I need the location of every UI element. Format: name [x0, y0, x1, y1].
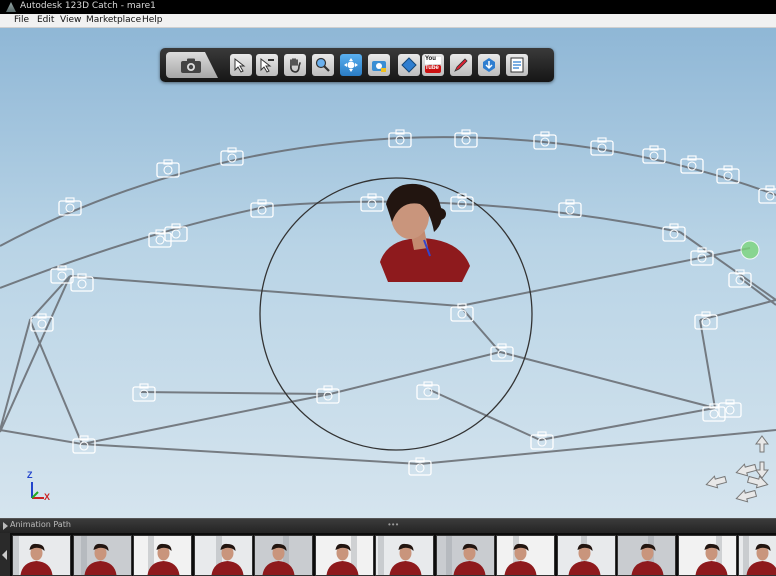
photo-thumbnail[interactable]: [617, 535, 676, 576]
photo-thumbnail-image: [557, 536, 615, 575]
photo-thumbnail-image: [436, 536, 494, 575]
notes-tool-button[interactable]: [506, 54, 528, 76]
app-logo-icon: [6, 2, 16, 12]
photo-thumbnail-image: [376, 536, 433, 575]
camera-icon: [181, 58, 201, 73]
chevron-left-icon: [2, 550, 7, 560]
axis-z-label: Z: [27, 470, 33, 480]
navigation-gizmo[interactable]: [702, 434, 772, 504]
expand-triangle-icon[interactable]: [3, 522, 8, 530]
camera-marker-icon[interactable]: [702, 403, 726, 422]
title-bar: Autodesk 123D Catch - mare1: [0, 0, 776, 14]
camera-marker-icon[interactable]: [758, 185, 776, 204]
axis-x-label: X: [44, 492, 51, 502]
menu-file[interactable]: File: [14, 15, 29, 25]
photo-thumbnail-image: [678, 536, 736, 575]
camera-marker-icon[interactable]: [416, 381, 440, 400]
photo-thumbnail[interactable]: [254, 535, 313, 576]
photo-thumbnail[interactable]: [677, 535, 737, 576]
cursor-icon: [234, 57, 246, 73]
pan-arrows-icon: [705, 435, 769, 503]
select-tool-button[interactable]: [230, 54, 252, 76]
photo-thumbnail-image: [315, 536, 373, 575]
diamond-icon: [401, 57, 417, 73]
3d-viewport[interactable]: [0, 28, 776, 518]
photo-thumbnail[interactable]: [375, 535, 434, 576]
youtube-label-top: You: [425, 56, 436, 62]
photo-thumbnail-image: [497, 536, 554, 575]
stitch-tool-button[interactable]: [450, 54, 472, 76]
pan-tool-button[interactable]: [284, 54, 306, 76]
photo-thumbnail-image: [739, 536, 776, 575]
menu-bar: File Edit View Marketplace Help: [0, 14, 776, 28]
pencil-icon: [454, 58, 468, 72]
hand-icon: [290, 58, 301, 73]
notes-icon: [510, 57, 524, 73]
orbit-tool-button[interactable]: [340, 54, 362, 76]
youtube-label-bottom: Tube: [425, 65, 439, 71]
camera-path-middle: [0, 200, 681, 289]
photo-thumbnail-image: [73, 536, 131, 575]
panel-grip[interactable]: •••: [388, 520, 399, 529]
camera-marker-icon[interactable]: [408, 457, 432, 476]
photo-thumbnail-image: [13, 536, 70, 575]
photo-thumbnail[interactable]: [12, 535, 71, 576]
photo-thumbnail-image: [194, 536, 252, 575]
camera-view-icon: [372, 61, 386, 72]
photo-thumbnail[interactable]: [496, 535, 555, 576]
camera-marker-icon[interactable]: [694, 311, 718, 330]
filmstrip-scroll-left[interactable]: [0, 533, 10, 576]
camera-path-outer: [0, 136, 776, 247]
axis-triad: Z X: [24, 470, 54, 506]
orbit-icon: [344, 58, 358, 72]
camera-marker-icon[interactable]: [590, 137, 614, 156]
photo-thumbnail[interactable]: [738, 535, 776, 576]
camera-path-scene[interactable]: [0, 28, 776, 518]
photo-filmstrip: [0, 533, 776, 576]
menu-view[interactable]: View: [60, 15, 81, 25]
menu-marketplace[interactable]: Marketplace: [86, 15, 141, 25]
animation-path-bar[interactable]: Animation Path •••: [0, 518, 776, 533]
animation-path-label: Animation Path: [10, 520, 71, 529]
youtube-tool-button[interactable]: You Tube: [422, 54, 444, 76]
camera-marker-icon[interactable]: [50, 265, 74, 284]
menu-help[interactable]: Help: [142, 15, 163, 25]
main-toolbar: You Tube: [160, 48, 554, 82]
export-tool-button[interactable]: [478, 54, 500, 76]
camera-marker-icon[interactable]: [718, 399, 742, 418]
photo-thumbnail-image: [134, 536, 191, 575]
menu-edit[interactable]: Edit: [37, 15, 54, 25]
photo-thumbnail-image: [618, 536, 675, 575]
camera-marker-icon[interactable]: [58, 197, 82, 216]
photo-thumbnail[interactable]: [193, 535, 253, 576]
photo-thumbnail[interactable]: [435, 535, 495, 576]
window-title: Autodesk 123D Catch - mare1: [20, 1, 156, 11]
zoom-icon: [315, 57, 330, 72]
export-icon: [483, 58, 495, 72]
photo-thumbnail[interactable]: [72, 535, 132, 576]
capture-tab[interactable]: [166, 52, 218, 78]
reconstructed-model[interactable]: [380, 183, 470, 282]
photo-thumbnail[interactable]: [314, 535, 374, 576]
zoom-tool-button[interactable]: [312, 54, 334, 76]
photo-thumbnail[interactable]: [556, 535, 616, 576]
material-tool-button[interactable]: [398, 54, 420, 76]
camera-marker-icon[interactable]: [70, 273, 94, 292]
photo-thumbnail[interactable]: [133, 535, 192, 576]
deselect-tool-button[interactable]: [256, 54, 278, 76]
selected-camera-marker[interactable]: [740, 240, 760, 260]
camera-marker-icon[interactable]: [148, 229, 172, 248]
camera-view-tool-button[interactable]: [368, 54, 390, 76]
cursor-minus-icon: [260, 57, 274, 73]
photo-thumbnail-image: [255, 536, 312, 575]
